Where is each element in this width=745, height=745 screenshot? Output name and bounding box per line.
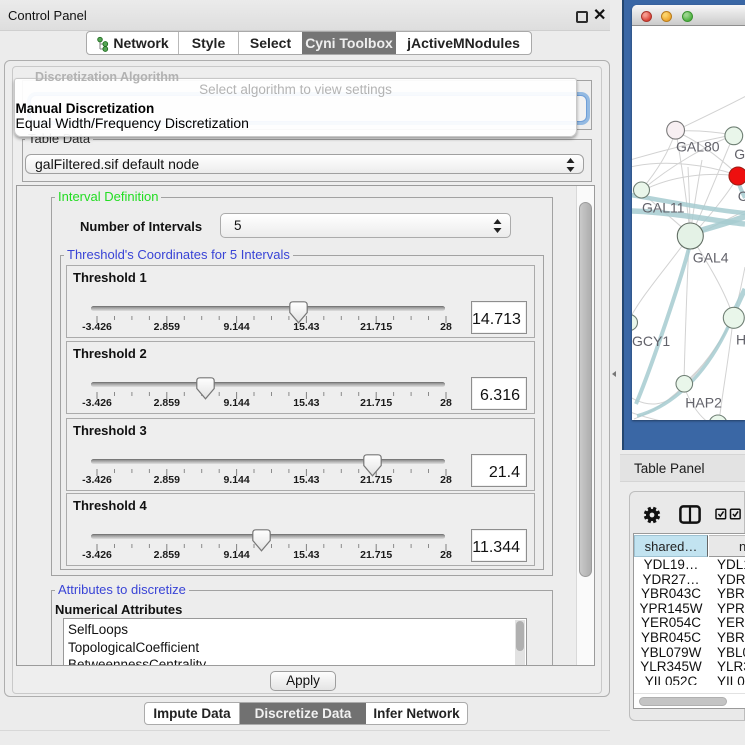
svg-text:GA: GA [734, 146, 745, 162]
svg-text:HIS: HIS [736, 332, 745, 348]
svg-text:GCY1: GCY1 [632, 333, 670, 349]
svg-text:GAL11: GAL11 [642, 200, 685, 216]
svg-text:HAP2: HAP2 [685, 395, 722, 411]
svg-text:GAL80: GAL80 [676, 139, 720, 155]
svg-text:GAL4: GAL4 [693, 250, 729, 266]
svg-text:CR: CR [738, 188, 745, 204]
